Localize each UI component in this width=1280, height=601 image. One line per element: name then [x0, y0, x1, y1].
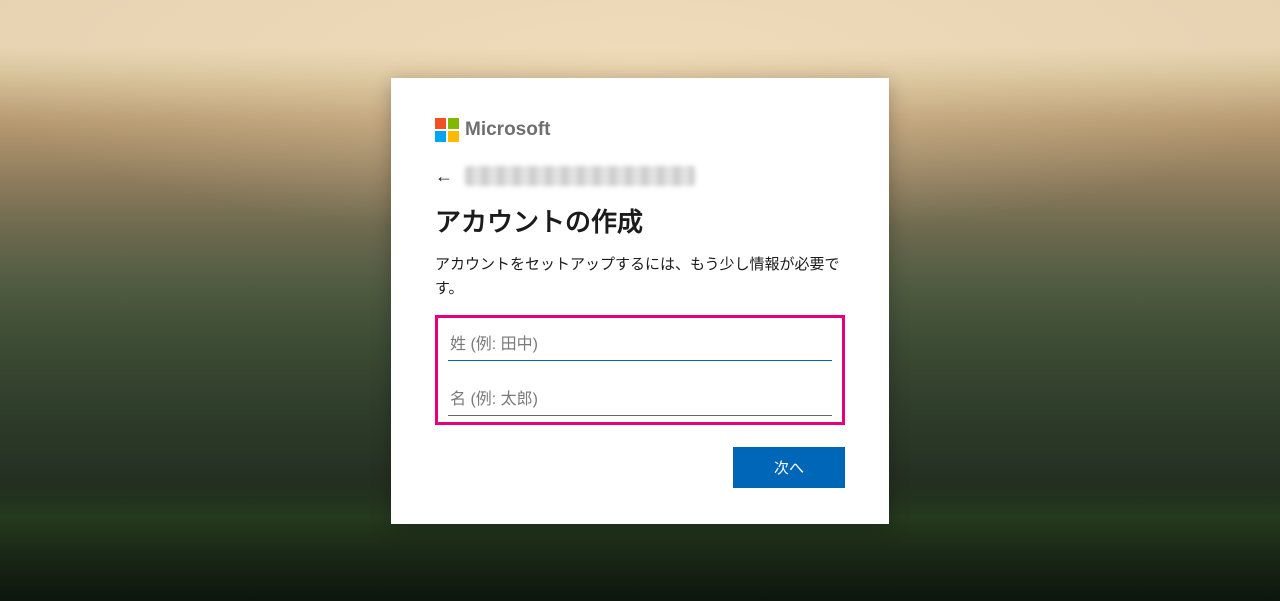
back-arrow-icon[interactable]: ←: [435, 167, 453, 185]
microsoft-wordmark: Microsoft: [465, 119, 551, 141]
identity-row: ←: [435, 164, 845, 188]
signup-card: Microsoft ← アカウントの作成 アカウントをセットアップするには、もう…: [391, 78, 889, 524]
page-title: アカウントの作成: [435, 202, 845, 239]
microsoft-logo: Microsoft: [435, 118, 845, 142]
next-button[interactable]: 次へ: [733, 447, 845, 488]
surname-input[interactable]: [448, 326, 832, 361]
given-name-input[interactable]: [448, 381, 832, 416]
microsoft-logo-icon: [435, 118, 459, 142]
page-description: アカウントをセットアップするには、もう少し情報が必要です。: [435, 253, 845, 301]
identity-obscured: [465, 166, 695, 186]
name-fields-highlight: [435, 315, 845, 425]
button-row: 次へ: [435, 447, 845, 488]
